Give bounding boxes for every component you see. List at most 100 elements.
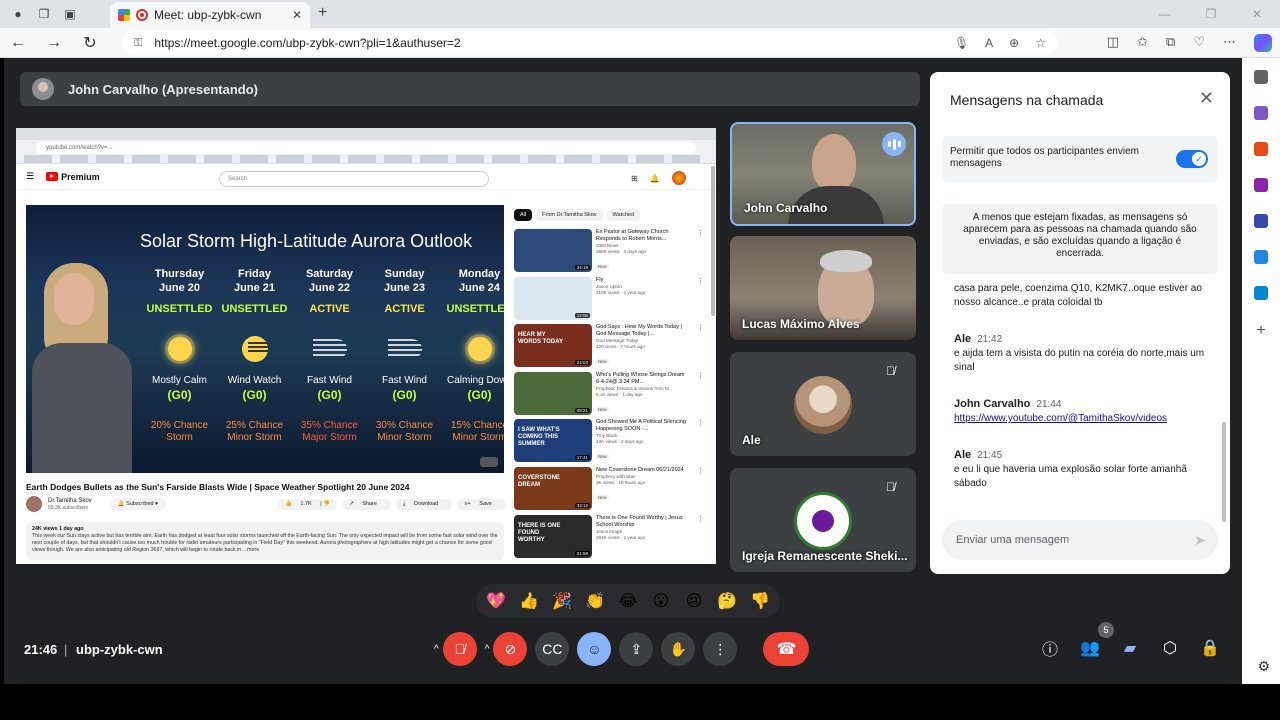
url-text[interactable]: https://meet.google.com/ubp-zybk-cwn?pli… xyxy=(154,36,460,50)
reaction-emoji[interactable]: 💖 xyxy=(482,587,510,615)
message-link[interactable]: https://www.youtube.com/@TamithaSkov/vid… xyxy=(954,413,1167,424)
message-gap xyxy=(954,426,1214,448)
tools-icon[interactable] xyxy=(1254,178,1268,192)
browser-essentials-icon[interactable]: ♡ xyxy=(1193,34,1205,52)
copilot-sidebar-icon[interactable] xyxy=(1254,106,1268,120)
reactions-button[interactable]: ☺ xyxy=(577,632,612,666)
close-chat-icon[interactable]: ✕ xyxy=(1199,88,1214,109)
shopping-icon[interactable] xyxy=(1254,142,1268,156)
participant-name: Igreja Remanescente Sheki... xyxy=(742,549,908,563)
search-icon[interactable] xyxy=(1254,70,1268,84)
workspaces-icon[interactable]: ❐ xyxy=(36,6,52,22)
video-watermark xyxy=(480,457,498,467)
chat-input[interactable]: Enviar uma mensagem ➤ xyxy=(942,520,1218,560)
copilot-icon[interactable] xyxy=(1254,34,1272,52)
reaction-emoji[interactable]: 😢 xyxy=(680,587,708,615)
forecast-day: Sunday June 23 ACTIVE Fast Wind (G0) 30% Chan… xyxy=(367,267,442,444)
participant-avatar xyxy=(794,492,852,550)
add-sidebar-icon[interactable]: + xyxy=(1256,322,1265,340)
video-duration: 49:21 xyxy=(574,407,590,413)
leave-call-button[interactable]: ☎ xyxy=(763,632,810,666)
permit-messages-toggle[interactable] xyxy=(1176,150,1208,168)
new-tab-icon[interactable]: + xyxy=(318,4,327,22)
minimize-icon[interactable]: — xyxy=(1142,0,1188,28)
mic-icon[interactable]: 🎙 xyxy=(954,36,969,50)
participant-hair xyxy=(820,250,872,272)
meeting-info-icon[interactable]: ⓘ xyxy=(1040,638,1060,659)
channel-name: Dr.Tamitha Skov xyxy=(48,498,92,504)
related-video: I SAW WHAT'S COMING THIS SUMMER 17:41 God … xyxy=(514,419,704,467)
reaction-emoji[interactable]: 😮 xyxy=(647,587,675,615)
tab-close-icon[interactable]: ✕ xyxy=(292,8,302,22)
reaction-emoji[interactable]: 😂 xyxy=(614,587,642,615)
host-controls-icon[interactable]: 🔒 xyxy=(1200,638,1220,658)
day-g-level: (G0) xyxy=(392,388,417,402)
message-header: John Carvalho 21:44 xyxy=(954,397,1214,412)
back-icon[interactable]: ← xyxy=(0,34,36,52)
site-info-icon[interactable]: ⚿ xyxy=(134,37,142,50)
recording-icon xyxy=(136,9,148,21)
outlook-icon[interactable] xyxy=(1254,250,1268,264)
browser-tab-meet[interactable]: Meet: ubp-zybk-cwn ✕ xyxy=(110,2,310,28)
settings-gear-icon[interactable]: ⚙ xyxy=(1257,658,1270,675)
participant-tile-ale[interactable]: 🎙̸ Ale xyxy=(730,352,916,456)
reaction-emoji[interactable]: 👏 xyxy=(581,587,609,615)
video-duration: 17:41 xyxy=(574,455,590,461)
day-storm: Storm xyxy=(166,432,193,443)
more-icon[interactable]: ⋯ xyxy=(1223,34,1236,52)
send-icon[interactable]: ➤ xyxy=(1194,532,1206,548)
day-date: June 22 xyxy=(309,282,350,294)
reaction-emoji[interactable]: 👍 xyxy=(515,587,543,615)
present-button[interactable]: ⇪ xyxy=(619,632,654,666)
reload-icon[interactable]: ↻ xyxy=(72,33,108,53)
raise-hand-button[interactable]: ✋ xyxy=(661,632,696,666)
video-thumbnail: 12:58 xyxy=(514,276,592,320)
day-status: UNSETTLED xyxy=(221,303,288,315)
split-screen-icon[interactable]: ◫ xyxy=(1107,34,1119,52)
video-description: 24K views 1 day ago This week our Sun st… xyxy=(26,522,504,560)
address-bar[interactable]: ⚿ https://meet.google.com/ubp-zybk-cwn?p… xyxy=(122,31,1058,55)
mic-options-icon[interactable]: ^ xyxy=(434,644,439,655)
people-icon[interactable]: 👥 xyxy=(1080,638,1100,658)
more-options-button[interactable]: ⋮ xyxy=(703,632,738,666)
zoom-icon[interactable]: ⊕ xyxy=(1009,36,1019,50)
mic-toggle-button[interactable]: 🎙̸ xyxy=(442,632,477,666)
yt-avatar xyxy=(671,171,686,185)
video-duration: 24:03 xyxy=(574,360,590,366)
message-author: Ale xyxy=(954,449,972,461)
tab-actions-icon[interactable]: ▣ xyxy=(62,6,78,22)
profile-icon[interactable]: ● xyxy=(10,6,26,22)
send-icon[interactable] xyxy=(1254,286,1268,300)
close-window-icon[interactable]: ✕ xyxy=(1234,0,1280,28)
reaction-emoji[interactable]: 🤔 xyxy=(713,587,741,615)
participant-tile-john[interactable]: John Carvalho xyxy=(730,122,916,226)
participant-tile-lucas[interactable]: Lucas Máximo Alves xyxy=(730,236,916,340)
participant-tile-igreja[interactable]: 🎙̸ Igreja Remanescente Sheki... xyxy=(730,468,916,572)
reaction-emoji[interactable]: 👎 xyxy=(746,587,774,615)
camera-options-icon[interactable]: ^ xyxy=(485,644,490,655)
side-controls: ⓘ 👥 ▰ ⬡ 🔒 xyxy=(1040,638,1220,659)
related-videos: 34:19 Ex Pastor at Gateway Church Respond… xyxy=(514,229,704,562)
read-aloud-icon[interactable]: A xyxy=(985,36,993,50)
forward-icon[interactable]: → xyxy=(36,34,72,52)
chat-scrollbar[interactable] xyxy=(1222,422,1226,522)
message-text: e eu li que haveria uma explosão solar f… xyxy=(954,464,1187,489)
video-thumbnail: HEAR MY WORDS TODAY 24:03 xyxy=(514,324,592,368)
favorite-star-icon[interactable]: ☆ xyxy=(1035,36,1046,50)
games-icon[interactable] xyxy=(1254,214,1268,228)
captions-button[interactable]: CC xyxy=(535,632,570,666)
activities-icon[interactable]: ⬡ xyxy=(1160,638,1180,658)
favorites-icon[interactable]: ✩ xyxy=(1137,34,1148,52)
chat-icon[interactable]: ▰ xyxy=(1120,638,1140,658)
wind-icon xyxy=(292,329,367,369)
collections-icon[interactable]: ⧉ xyxy=(1166,34,1175,52)
youtube-logo: Premium xyxy=(34,172,100,182)
subscribed-button: 🔔 Subscribed ▾ xyxy=(109,498,166,510)
youtube-play-icon xyxy=(46,172,59,181)
like-button: 👍 1.7K | 👎 xyxy=(278,499,338,510)
maximize-icon[interactable]: ❐ xyxy=(1188,0,1234,28)
thumb-text: I SAW WHAT'S COMING THIS SUMMER xyxy=(518,427,560,448)
camera-toggle-button[interactable]: ⊘ xyxy=(493,632,528,666)
video-duration: 34:19 xyxy=(574,265,590,270)
reaction-emoji[interactable]: 🎉 xyxy=(548,587,576,615)
